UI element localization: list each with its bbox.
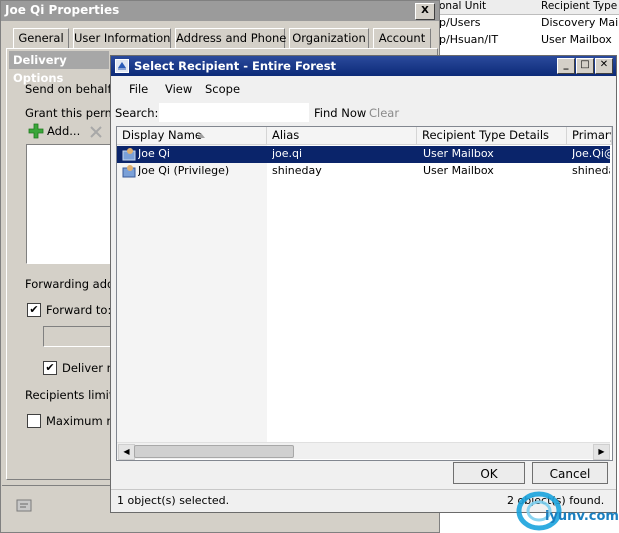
find-now-button[interactable]: Find Now <box>314 106 366 120</box>
column-alias[interactable]: Alias <box>267 127 417 145</box>
column-organizational-unit[interactable]: onal Unit <box>439 0 486 12</box>
tab-organization[interactable]: Organization <box>289 28 369 49</box>
recipient-list[interactable]: Display Name Alias Recipient Type Detail… <box>116 126 613 461</box>
sort-ascending-icon <box>197 133 205 138</box>
menu-view[interactable]: View <box>165 82 192 96</box>
scroll-left-icon: ◀ <box>123 447 130 456</box>
search-input[interactable] <box>159 103 309 122</box>
check-mark-icon: ✔ <box>45 361 55 374</box>
background-list-row[interactable]: p/Hsuan/IT User Mailbox <box>437 32 619 49</box>
dialog-titlebar[interactable]: Select Recipient - Entire Forest _ □ ✕ <box>111 56 616 76</box>
send-on-behalf-label: Send on behalf <box>25 82 112 96</box>
properties-titlebar[interactable]: Joe Qi Properties X <box>1 1 439 21</box>
exchange-app-icon <box>115 59 129 73</box>
row-type: User Mailbox <box>541 33 612 46</box>
scroll-right-icon: ▶ <box>598 447 605 456</box>
scroll-thumb[interactable] <box>134 445 294 458</box>
grant-permission-list[interactable] <box>26 144 116 264</box>
background-list-row[interactable]: p/Users Discovery Mailb <box>437 15 619 32</box>
forward-to-field[interactable] <box>43 326 117 347</box>
forward-to-label: Forward to: <box>46 303 112 317</box>
properties-close-button[interactable]: X <box>415 3 435 20</box>
add-button[interactable]: Add... <box>28 123 86 140</box>
recipients-limits-label: Recipients limits <box>25 388 120 402</box>
close-icon: ✕ <box>599 59 609 70</box>
column-recipient-type-details[interactable]: Recipient Type Details <box>417 127 567 145</box>
maximize-icon: □ <box>580 59 590 70</box>
forward-to-checkbox[interactable]: ✔ <box>27 303 41 317</box>
cell-display-name: Joe Qi (Privilege) <box>138 164 230 177</box>
scroll-left-button[interactable]: ◀ <box>118 444 135 460</box>
user-mailbox-icon <box>122 165 136 178</box>
tab-user-information[interactable]: User Information <box>73 28 171 49</box>
scroll-right-button[interactable]: ▶ <box>593 444 610 460</box>
tab-general[interactable]: General <box>13 28 69 49</box>
tab-address-and-phone[interactable]: Address and Phone <box>175 28 286 49</box>
cell-alias: shineday <box>272 164 322 177</box>
clear-button[interactable]: Clear <box>369 106 399 120</box>
check-mark-icon: ✔ <box>29 303 39 316</box>
minimize-icon: _ <box>563 59 569 70</box>
select-recipient-dialog: Select Recipient - Entire Forest _ □ ✕ F… <box>110 55 617 513</box>
list-row[interactable]: Joe Qi (Privilege) shineday User Mailbox… <box>117 163 610 180</box>
menu-file[interactable]: File <box>129 82 148 96</box>
cancel-button[interactable]: Cancel <box>532 462 608 484</box>
add-icon <box>28 123 44 139</box>
maximum-recipients-checkbox[interactable] <box>27 414 41 428</box>
background-list-header: onal Unit Recipient Type <box>437 0 619 15</box>
watermark-logo: iyunv.com <box>515 487 619 531</box>
column-primary[interactable]: Primary <box>567 127 612 145</box>
horizontal-scrollbar[interactable]: ◀ ▶ <box>117 442 610 460</box>
user-mailbox-icon <box>122 148 136 161</box>
maximize-button[interactable]: □ <box>576 58 594 74</box>
remove-icon[interactable] <box>89 125 103 139</box>
cell-display-name: Joe Qi <box>138 147 170 160</box>
column-display-name[interactable]: Display Name <box>117 127 267 145</box>
properties-title: Joe Qi Properties <box>5 3 120 17</box>
add-button-label: Add... <box>47 124 81 138</box>
menu-scope[interactable]: Scope <box>205 82 240 96</box>
list-row-selected[interactable]: Joe Qi joe.qi User Mailbox Joe.Qi@ <box>117 146 610 163</box>
watermark-text: iyunv.com <box>545 509 619 524</box>
row-type: Discovery Mailb <box>541 16 619 29</box>
sorted-column-shade <box>117 145 267 442</box>
column-recipient-type[interactable]: Recipient Type <box>541 0 617 12</box>
search-label: Search: <box>115 106 159 120</box>
delivery-options-title: Delivery Options <box>9 51 109 85</box>
cell-alias: joe.qi <box>272 147 303 160</box>
close-button[interactable]: ✕ <box>595 58 613 74</box>
column-display-name-label: Display Name <box>122 128 202 142</box>
status-selected-count: 1 object(s) selected. <box>117 494 230 507</box>
dialog-title: Select Recipient - Entire Forest <box>134 59 337 73</box>
help-icon[interactable] <box>16 498 34 514</box>
cell-primary: shineday <box>572 164 610 177</box>
cell-recipient-type: User Mailbox <box>423 147 494 160</box>
cell-recipient-type: User Mailbox <box>423 164 494 177</box>
tab-account[interactable]: Account <box>373 28 431 49</box>
ok-button[interactable]: OK <box>453 462 525 484</box>
cell-primary: Joe.Qi@ <box>572 147 610 160</box>
row-ou: p/Users <box>439 16 481 29</box>
row-ou: p/Hsuan/IT <box>439 33 499 46</box>
minimize-button[interactable]: _ <box>557 58 575 74</box>
deliver-checkbox[interactable]: ✔ <box>43 361 57 375</box>
